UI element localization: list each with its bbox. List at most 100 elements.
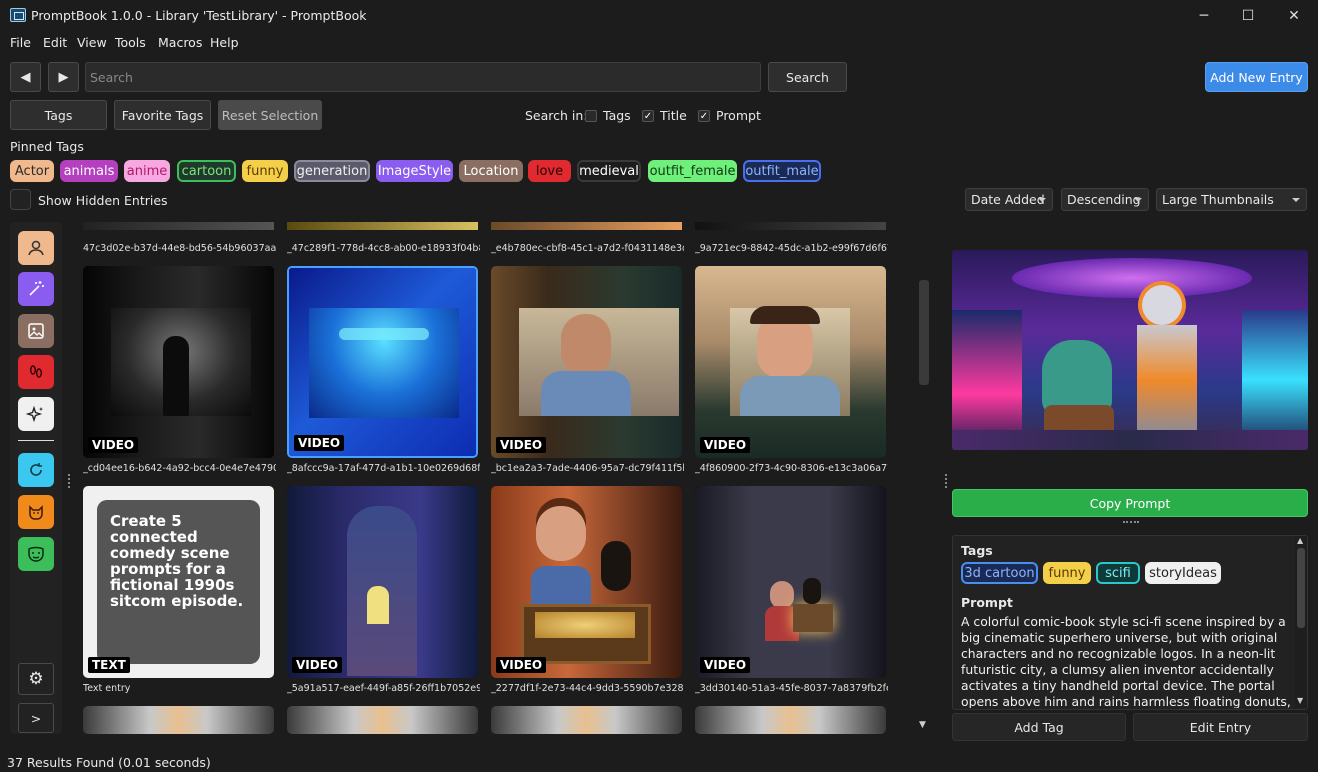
sidebar-refresh-button[interactable]: [18, 453, 54, 487]
minimize-button[interactable]: ─: [1186, 4, 1222, 28]
menu-tools[interactable]: Tools: [115, 35, 146, 50]
left-splitter-handle[interactable]: [68, 474, 70, 488]
entry-filename: _4f860900-2f73-4c90-8306-e13c3a06a777.mp: [695, 463, 888, 474]
search-tags-checkbox[interactable]: [585, 110, 597, 122]
sidebar-imagestyle-button[interactable]: [18, 272, 54, 306]
entry-thumbnail-selected[interactable]: VIDEO: [287, 266, 478, 458]
text-entry-thumbnail[interactable]: Create 5 connected comedy scene prompts …: [83, 486, 274, 678]
cat-icon: [29, 505, 43, 520]
sidebar-divider: [18, 440, 54, 441]
menu-help[interactable]: Help: [210, 35, 239, 50]
search-tags-label: Tags: [603, 108, 631, 123]
entry-filename: _3dd30140-51a3-45fe-8037-7a8379fb2fe7.mp: [695, 683, 888, 694]
scroll-down-arrow[interactable]: ▼: [919, 720, 926, 730]
menu-macros[interactable]: Macros: [158, 35, 202, 50]
detail-scroll-up-arrow[interactable]: ▲: [1297, 536, 1303, 545]
entry-filename: _cd04ee16-b642-4a92-bcc4-0e4e7e47901e.m: [83, 463, 276, 474]
favorite-tags-button[interactable]: Favorite Tags: [114, 100, 211, 130]
sidebar-cartoon-button[interactable]: [18, 537, 54, 571]
search-title-label: Title: [660, 108, 687, 123]
media-type-badge: VIDEO: [700, 437, 751, 453]
menu-file[interactable]: File: [10, 35, 31, 50]
pinned-tag-actor[interactable]: Actor: [10, 160, 54, 182]
detail-scroll-down-arrow[interactable]: ▼: [1297, 696, 1303, 705]
entry-tag-scifi[interactable]: scifi: [1096, 562, 1140, 584]
media-type-badge: VIDEO: [496, 657, 547, 673]
entry-filename: _bc1ea2a3-7ade-4406-95a7-dc79f411f5b3.m: [491, 463, 684, 474]
close-button[interactable]: ✕: [1276, 4, 1312, 28]
maximize-button[interactable]: ☐: [1230, 4, 1266, 28]
pinned-tag-location[interactable]: Location: [459, 160, 523, 182]
top-filename-4: _9a721ec9-8842-45dc-a1b2-e99f67d6f675.mp: [695, 243, 888, 254]
media-type-badge: VIDEO: [294, 435, 345, 451]
footprints-icon: [29, 365, 42, 378]
magic-wand-icon: [29, 281, 44, 296]
search-prompt-label: Prompt: [716, 108, 761, 123]
menu-view[interactable]: View: [77, 35, 107, 50]
pinned-tag-outfit_male[interactable]: outfit_male: [743, 160, 821, 182]
pinned-tag-medieval[interactable]: medieval: [577, 160, 641, 182]
pinned-tag-love[interactable]: love: [528, 160, 571, 182]
reset-selection-button[interactable]: Reset Selection: [218, 100, 322, 130]
thumbnail-size-dropdown[interactable]: Large Thumbnails: [1156, 188, 1307, 211]
entry-thumbnail[interactable]: VIDEO: [695, 486, 886, 678]
settings-button[interactable]: ⚙: [18, 663, 54, 695]
add-tag-button[interactable]: Add Tag: [952, 713, 1126, 741]
entry-tag-3d-cartoon[interactable]: 3d cartoon: [961, 562, 1038, 584]
sidebar-location-button[interactable]: [18, 314, 54, 348]
sort-field-dropdown[interactable]: Date Added: [965, 188, 1053, 211]
entry-thumbnail[interactable]: VIDEO: [491, 266, 682, 458]
entry-thumbnail[interactable]: VIDEO: [83, 266, 274, 458]
add-new-entry-button[interactable]: Add New Entry: [1205, 62, 1308, 92]
search-title-checkbox[interactable]: ✓: [642, 110, 654, 122]
right-splitter-handle[interactable]: [945, 474, 947, 488]
sidebar-generation-button[interactable]: [18, 397, 54, 431]
search-prompt-checkbox[interactable]: ✓: [698, 110, 710, 122]
edit-entry-button[interactable]: Edit Entry: [1133, 713, 1308, 741]
top-filename-3: _e4b780ec-cbf8-45c1-a7d2-f0431148e3dd.m: [491, 243, 684, 254]
tags-button[interactable]: Tags: [10, 100, 107, 130]
entry-thumbnail[interactable]: VIDEO: [287, 486, 478, 678]
refresh-icon: [30, 463, 42, 476]
grid-scrollbar-thumb[interactable]: [919, 280, 929, 385]
search-input[interactable]: Search: [85, 62, 761, 92]
top-filename-2: _47c289f1-778d-4cc8-ab00-e18933f04b86.mp: [287, 243, 480, 254]
entry-thumbnail[interactable]: VIDEO: [695, 266, 886, 458]
top-row-partial: [83, 222, 888, 234]
gear-icon: ⚙: [28, 669, 44, 689]
pinned-tag-cartoon[interactable]: cartoon: [177, 160, 236, 182]
pinned-tag-generation[interactable]: generation: [294, 160, 370, 182]
back-button[interactable]: ◀: [10, 62, 41, 92]
sidebar-animals-button[interactable]: [18, 495, 54, 529]
status-bar-text: 37 Results Found (0.01 seconds): [7, 755, 211, 770]
user-icon: [28, 240, 44, 256]
pinned-tag-animals[interactable]: animals: [60, 160, 118, 182]
bottom-row-partial: [83, 706, 888, 734]
window-title: PromptBook 1.0.0 - Library 'TestLibrary'…: [31, 8, 367, 23]
sort-order-dropdown[interactable]: Descending: [1061, 188, 1149, 211]
show-hidden-checkbox[interactable]: [10, 189, 31, 210]
sidebar-love-button[interactable]: [18, 355, 54, 389]
expand-sidebar-button[interactable]: >: [18, 703, 54, 733]
detail-scrollbar-thumb[interactable]: [1297, 548, 1305, 628]
pinned-tag-imagestyle[interactable]: ImageStyle: [376, 160, 453, 182]
entry-thumbnail[interactable]: VIDEO: [491, 486, 682, 678]
search-in-label: Search in:: [525, 108, 588, 123]
detail-splitter-handle[interactable]: [1123, 521, 1139, 523]
pinned-tag-anime[interactable]: anime: [124, 160, 170, 182]
entry-tag-funny[interactable]: funny: [1043, 562, 1091, 584]
prompt-text: A colorful comic-book style sci-fi scene…: [961, 614, 1291, 708]
entry-filename: _5a91a517-eaef-449f-a85f-26ff1b7052e9.mp…: [287, 683, 480, 694]
entry-filename: _8afccc9a-17af-477d-a1b1-10e0269d68f7.mp: [287, 463, 480, 474]
sparkles-icon: [26, 405, 43, 423]
pinned-tag-funny[interactable]: funny: [242, 160, 288, 182]
sidebar-actor-button[interactable]: [18, 231, 54, 265]
copy-prompt-button[interactable]: Copy Prompt: [952, 489, 1308, 517]
tags-heading: Tags: [961, 543, 993, 558]
forward-button[interactable]: ▶: [48, 62, 79, 92]
media-type-badge: VIDEO: [88, 437, 139, 453]
entry-tag-storyideas[interactable]: storyIdeas: [1145, 562, 1221, 584]
search-button[interactable]: Search: [768, 62, 847, 92]
pinned-tag-outfit_female[interactable]: outfit_female: [648, 160, 737, 182]
menu-edit[interactable]: Edit: [43, 35, 67, 50]
